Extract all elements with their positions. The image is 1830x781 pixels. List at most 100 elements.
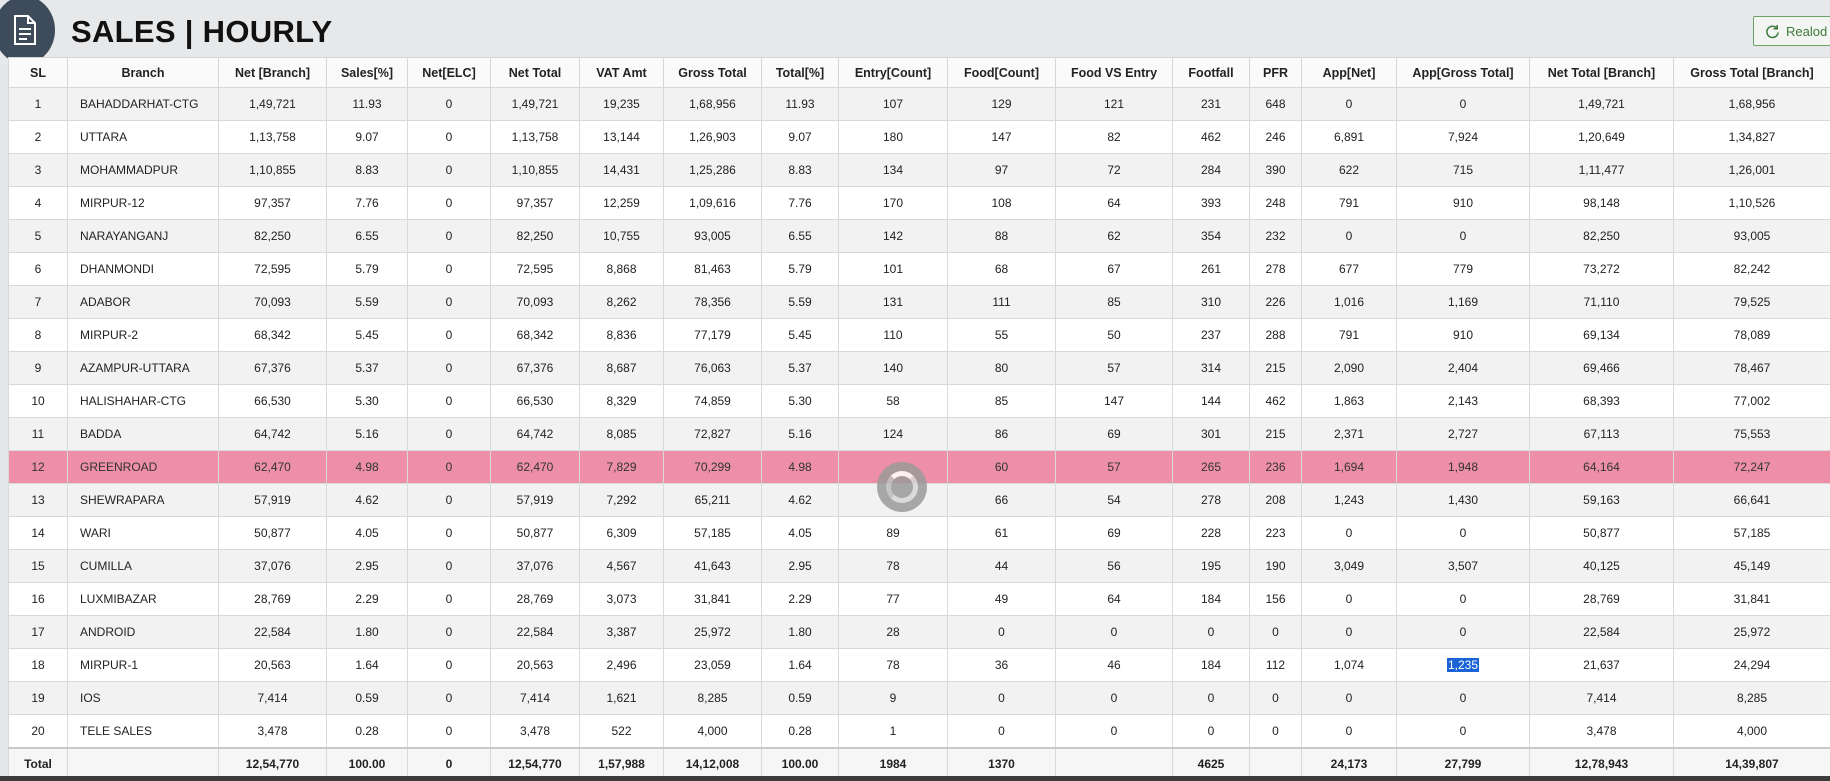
table-row[interactable]: 10 HALISHAHAR-CTG 66,530 5.30 0 66,530 8,329 74… bbox=[8, 384, 1830, 418]
table-cell: 57,185 bbox=[1673, 516, 1830, 550]
table-cell: 68,342 bbox=[490, 318, 580, 352]
column-header[interactable]: App[Gross Total] bbox=[1396, 57, 1530, 88]
column-header[interactable]: Total[%] bbox=[761, 57, 839, 88]
column-header[interactable]: Net Total bbox=[490, 57, 580, 88]
table-cell: WARI bbox=[67, 516, 219, 550]
table-cell: 0 bbox=[407, 648, 491, 682]
column-header[interactable]: Gross Total [Branch] bbox=[1673, 57, 1830, 88]
table-cell: 195 bbox=[1172, 549, 1250, 583]
table-cell: 66 bbox=[947, 483, 1056, 517]
column-header[interactable]: SL bbox=[8, 57, 68, 88]
column-header[interactable]: Net Total [Branch] bbox=[1529, 57, 1674, 88]
table-row[interactable]: 4 MIRPUR-12 97,357 7.76 0 97,357 12,259 1,09,61… bbox=[8, 186, 1830, 220]
table-cell: 462 bbox=[1172, 120, 1250, 154]
table-cell: 910 bbox=[1396, 186, 1530, 220]
table-row[interactable]: 18 MIRPUR-1 20,563 1.64 0 20,563 2,496 23,059 1.… bbox=[8, 648, 1830, 682]
table-cell: 4 bbox=[8, 186, 68, 220]
table-row[interactable]: 11 BADDA 64,742 5.16 0 64,742 8,085 72,827 5.16 1… bbox=[8, 417, 1830, 451]
table-cell: 2,404 bbox=[1396, 351, 1530, 385]
table-cell: 0 bbox=[407, 318, 491, 352]
table-cell: 1,26,001 bbox=[1673, 153, 1830, 187]
table-cell: 25,972 bbox=[663, 615, 762, 649]
table-cell: 93,005 bbox=[1673, 219, 1830, 253]
table-cell: 8,285 bbox=[663, 681, 762, 715]
table-cell: 67,113 bbox=[1529, 417, 1674, 451]
table-row[interactable]: 7 ADABOR 70,093 5.59 0 70,093 8,262 78,356 5.59 1… bbox=[8, 285, 1830, 319]
table-cell: 1 bbox=[838, 714, 948, 749]
table-cell: 184 bbox=[1172, 582, 1250, 616]
table-row[interactable]: 14 WARI 50,877 4.05 0 50,877 6,309 57,185 4.05 89… bbox=[8, 516, 1830, 550]
table-row[interactable]: 16 LUXMIBAZAR 28,769 2.29 0 28,769 3,073 31,841… bbox=[8, 582, 1830, 616]
total-cell: 100.00 bbox=[761, 747, 839, 780]
column-header[interactable]: App[Net] bbox=[1301, 57, 1397, 88]
table-cell: 31,841 bbox=[1673, 582, 1830, 616]
column-header[interactable]: Entry[Count] bbox=[838, 57, 948, 88]
table-cell: 68 bbox=[947, 252, 1056, 286]
table-cell: 147 bbox=[1055, 384, 1173, 418]
column-header[interactable]: Footfall bbox=[1172, 57, 1250, 88]
table-cell: 72 bbox=[1055, 153, 1173, 187]
table-cell: 3,049 bbox=[1301, 549, 1397, 583]
table-cell: 7.76 bbox=[326, 186, 408, 220]
column-header[interactable]: Net[ELC] bbox=[407, 57, 491, 88]
table-cell: 8 bbox=[8, 318, 68, 352]
sales-table: SL Branch Net [Branch] Sales[%] Net[ELC] Net … bbox=[8, 57, 1830, 780]
table-cell: 85 bbox=[1055, 285, 1173, 319]
table-cell: 78,467 bbox=[1673, 351, 1830, 385]
table-row[interactable]: 15 CUMILLA 37,076 2.95 0 37,076 4,567 41,643 2.9… bbox=[8, 549, 1830, 583]
table-cell: 28,769 bbox=[218, 582, 327, 616]
table-cell: 4.62 bbox=[326, 483, 408, 517]
column-header[interactable]: Food VS Entry bbox=[1055, 57, 1173, 88]
table-cell: 0 bbox=[1396, 582, 1530, 616]
table-cell: 98,148 bbox=[1529, 186, 1674, 220]
table-row[interactable]: 17 ANDROID 22,584 1.80 0 22,584 3,387 25,972 1.8… bbox=[8, 615, 1830, 649]
table-cell: 1,34,827 bbox=[1673, 120, 1830, 154]
table-row[interactable]: 1 BAHADDARHAT-CTG 1,49,721 11.93 0 1,49,721 19… bbox=[8, 87, 1830, 121]
column-header[interactable]: Net [Branch] bbox=[218, 57, 327, 88]
column-header[interactable]: PFR bbox=[1249, 57, 1302, 88]
table-cell: 93,005 bbox=[663, 219, 762, 253]
loading-spinner-icon bbox=[877, 462, 927, 512]
table-cell: 4,000 bbox=[663, 714, 762, 749]
table-cell: 232 bbox=[1249, 219, 1302, 253]
table-cell: 1.64 bbox=[761, 648, 839, 682]
table-cell: 2,371 bbox=[1301, 417, 1397, 451]
table-cell: 1,430 bbox=[1396, 483, 1530, 517]
table-cell: 0 bbox=[407, 516, 491, 550]
table-cell: 4,000 bbox=[1673, 714, 1830, 749]
table-row[interactable]: 8 MIRPUR-2 68,342 5.45 0 68,342 8,836 77,179 5.4… bbox=[8, 318, 1830, 352]
page-header: SALES | HOURLY Realod bbox=[0, 0, 1830, 65]
table-cell: 1,20,649 bbox=[1529, 120, 1674, 154]
column-header[interactable]: Sales[%] bbox=[326, 57, 408, 88]
table-cell: 0 bbox=[1301, 681, 1397, 715]
column-header[interactable]: Gross Total bbox=[663, 57, 762, 88]
column-header[interactable]: Branch bbox=[67, 57, 219, 88]
table-row[interactable]: 20 TELE SALES 3,478 0.28 0 3,478 522 4,000 0.28 1… bbox=[8, 714, 1830, 749]
table-row[interactable]: 9 AZAMPUR-UTTARA 67,376 5.37 0 67,376 8,687 76,… bbox=[8, 351, 1830, 385]
table-cell: 246 bbox=[1249, 120, 1302, 154]
table-cell: 56 bbox=[1055, 549, 1173, 583]
column-header[interactable]: VAT Amt bbox=[579, 57, 664, 88]
table-cell: 79,525 bbox=[1673, 285, 1830, 319]
table-cell: 1,49,721 bbox=[490, 87, 580, 121]
table-row[interactable]: 19 IOS 7,414 0.59 0 7,414 1,621 8,285 0.59 9 0 0 0 0 0… bbox=[8, 681, 1830, 715]
table-row[interactable]: 6 DHANMONDI 72,595 5.79 0 72,595 8,868 81,463 5.… bbox=[8, 252, 1830, 286]
table-cell: 73,272 bbox=[1529, 252, 1674, 286]
table-cell: 5.45 bbox=[326, 318, 408, 352]
table-cell: 50,877 bbox=[218, 516, 327, 550]
table-total-row: Total 12,54,770 100.00 0 12,54,770 1,57,988 14… bbox=[8, 747, 1830, 780]
table-row[interactable]: 2 UTTARA 1,13,758 9.07 0 1,13,758 13,144 1,26,9… bbox=[8, 120, 1830, 154]
table-row[interactable]: 3 MOHAMMADPUR 1,10,855 8.83 0 1,10,855 14,431 1… bbox=[8, 153, 1830, 187]
table-cell: 78 bbox=[838, 648, 948, 682]
table-cell: 78,089 bbox=[1673, 318, 1830, 352]
table-cell: 72,595 bbox=[490, 252, 580, 286]
table-cell: 0 bbox=[407, 87, 491, 121]
table-cell: 8,329 bbox=[579, 384, 664, 418]
sales-table-container[interactable]: SL Branch Net [Branch] Sales[%] Net[ELC] Net … bbox=[8, 57, 1830, 781]
table-cell: 134 bbox=[838, 153, 948, 187]
table-row[interactable]: 5 NARAYANGANJ 82,250 6.55 0 82,250 10,755 93,00… bbox=[8, 219, 1830, 253]
column-header[interactable]: Food[Count] bbox=[947, 57, 1056, 88]
table-cell: 5.79 bbox=[326, 252, 408, 286]
reload-button[interactable]: Realod bbox=[1753, 16, 1830, 46]
table-cell: 261 bbox=[1172, 252, 1250, 286]
